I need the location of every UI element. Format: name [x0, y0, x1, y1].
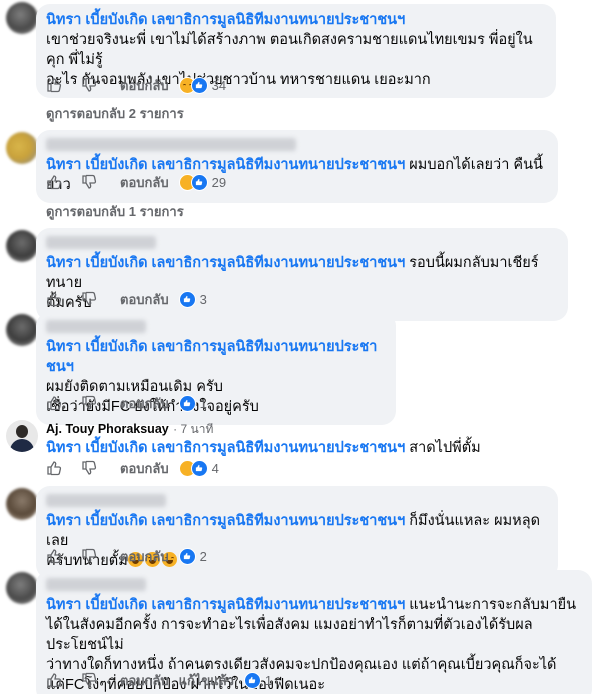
- dislike-icon[interactable]: [81, 672, 97, 688]
- separator: ·: [173, 422, 181, 436]
- avatar[interactable]: [6, 488, 38, 520]
- reply-button[interactable]: ตอบกลับ: [120, 289, 169, 310]
- comment-actions: ตอบกลับ 3: [46, 289, 207, 309]
- avatar[interactable]: [6, 314, 38, 346]
- reaction-count: 34: [211, 77, 227, 93]
- author-name-blurred[interactable]: [46, 578, 146, 591]
- like-emoji-icon: [178, 547, 196, 565]
- mention-link[interactable]: นิทรา เบี้ยบังเกิด เลขาธิการมูลนิธิทีมงา…: [46, 12, 405, 28]
- author-name-blurred[interactable]: [46, 494, 166, 507]
- comment-actions: ตอบกลับ 1: [46, 393, 207, 413]
- like-icon[interactable]: [46, 77, 62, 93]
- author-name-blurred[interactable]: [46, 320, 146, 333]
- like-icon[interactable]: [46, 174, 62, 190]
- dislike-icon[interactable]: [81, 77, 97, 93]
- comment-text-line: ได้ในสังคมอีกครั้ง การจะทำอะไรเพื่อสังคม…: [46, 617, 533, 653]
- edited-label[interactable]: แก้ไขแล้ว: [179, 670, 234, 691]
- avatar[interactable]: [6, 230, 38, 262]
- reaction-summary[interactable]: 2: [178, 547, 207, 565]
- avatar-head: [16, 425, 28, 438]
- dislike-icon[interactable]: [81, 460, 97, 476]
- avatar[interactable]: [6, 420, 38, 452]
- comment-body: นิทรา เบี้ยบังเกิด เลขาธิการมูลนิธิทีมงา…: [46, 438, 481, 458]
- reaction-summary[interactable]: 1: [178, 394, 207, 412]
- mention-link[interactable]: นิทรา เบี้ยบังเกิด เลขาธิการมูลนิธิทีมงา…: [46, 440, 405, 456]
- comment-actions: ตอบกลับ 2: [46, 546, 207, 566]
- like-emoji-icon: [190, 173, 208, 191]
- reaction-count: 1: [199, 395, 207, 411]
- dislike-icon[interactable]: [81, 548, 97, 564]
- reaction-count: 29: [211, 174, 227, 190]
- reaction-count: 2: [199, 548, 207, 564]
- like-emoji-icon: [178, 394, 196, 412]
- reply-button[interactable]: ตอบกลับ: [120, 670, 169, 691]
- reaction-summary[interactable]: 3: [178, 290, 207, 308]
- like-icon[interactable]: [46, 548, 62, 564]
- view-replies-link[interactable]: ดูการตอบกลับ 1 รายการ: [46, 201, 184, 222]
- like-emoji-icon: [243, 671, 261, 689]
- reaction-summary[interactable]: 1: [243, 671, 273, 689]
- like-icon[interactable]: [46, 672, 62, 688]
- comment-bubble: นิทรา เบี้ยบังเกิด เลขาธิการมูลนิธิทีมงา…: [36, 130, 558, 203]
- mention-link[interactable]: นิทรา เบี้ยบังเกิด เลขาธิการมูลนิธิทีมงา…: [46, 255, 405, 271]
- avatar[interactable]: [6, 132, 38, 164]
- dislike-icon[interactable]: [81, 291, 97, 307]
- author-name[interactable]: Aj. Touy Phoraksuay: [46, 422, 169, 436]
- view-replies-link[interactable]: ดูการตอบกลับ 2 รายการ: [46, 103, 184, 124]
- reaction-count: 4: [211, 460, 219, 476]
- like-emoji-icon: [178, 290, 196, 308]
- avatar-body: [10, 439, 34, 452]
- comment-actions: ตอบกลับ 34: [46, 75, 226, 95]
- dislike-icon[interactable]: [81, 174, 97, 190]
- reply-button[interactable]: ตอบกลับ: [120, 458, 169, 479]
- comment-text-line: เขาช่วยจริงนะพี่ เขาไม่ได้สร้างภาพ ตอนเก…: [46, 32, 533, 68]
- comment-text: แนะนำนะการจะกลับมายืน: [409, 597, 577, 613]
- reply-button[interactable]: ตอบกลับ: [120, 546, 169, 567]
- reaction-count: 1: [264, 672, 273, 688]
- comment-actions: ตอบกลับ แก้ไขแล้ว 1: [46, 670, 272, 690]
- author-name-blurred[interactable]: [46, 138, 296, 151]
- mention-link[interactable]: นิทรา เบี้ยบังเกิด เลขาธิการมูลนิธิทีมงา…: [46, 339, 377, 375]
- comment-header: Aj. Touy Phoraksuay · 7 นาที: [46, 420, 213, 439]
- avatar[interactable]: [6, 2, 38, 34]
- comment-actions: ตอบกลับ 29: [46, 172, 226, 192]
- mention-link[interactable]: นิทรา เบี้ยบังเกิด เลขาธิการมูลนิธิทีมงา…: [46, 597, 405, 613]
- reaction-count: 3: [199, 291, 207, 307]
- reaction-summary[interactable]: 34: [178, 76, 227, 94]
- avatar[interactable]: [6, 572, 38, 604]
- like-emoji-icon: [190, 459, 208, 477]
- author-name-blurred[interactable]: [46, 236, 156, 249]
- timestamp[interactable]: 7 นาที: [181, 422, 214, 436]
- like-icon[interactable]: [46, 460, 62, 476]
- comment-text: สาดไปพี่ตั้ม: [409, 440, 481, 456]
- reply-button[interactable]: ตอบกลับ: [120, 75, 169, 96]
- dislike-icon[interactable]: [81, 395, 97, 411]
- mention-link[interactable]: นิทรา เบี้ยบังเกิด เลขาธิการมูลนิธิทีมงา…: [46, 513, 405, 529]
- comment-actions: ตอบกลับ 4: [46, 458, 219, 478]
- reply-button[interactable]: ตอบกลับ: [120, 172, 169, 193]
- reaction-summary[interactable]: 4: [178, 459, 219, 477]
- mention-link[interactable]: นิทรา เบี้ยบังเกิด เลขาธิการมูลนิธิทีมงา…: [46, 157, 405, 173]
- like-emoji-icon: [190, 76, 208, 94]
- reply-button[interactable]: ตอบกลับ: [120, 393, 169, 414]
- reaction-summary[interactable]: 29: [178, 173, 227, 191]
- like-icon[interactable]: [46, 395, 62, 411]
- like-icon[interactable]: [46, 291, 62, 307]
